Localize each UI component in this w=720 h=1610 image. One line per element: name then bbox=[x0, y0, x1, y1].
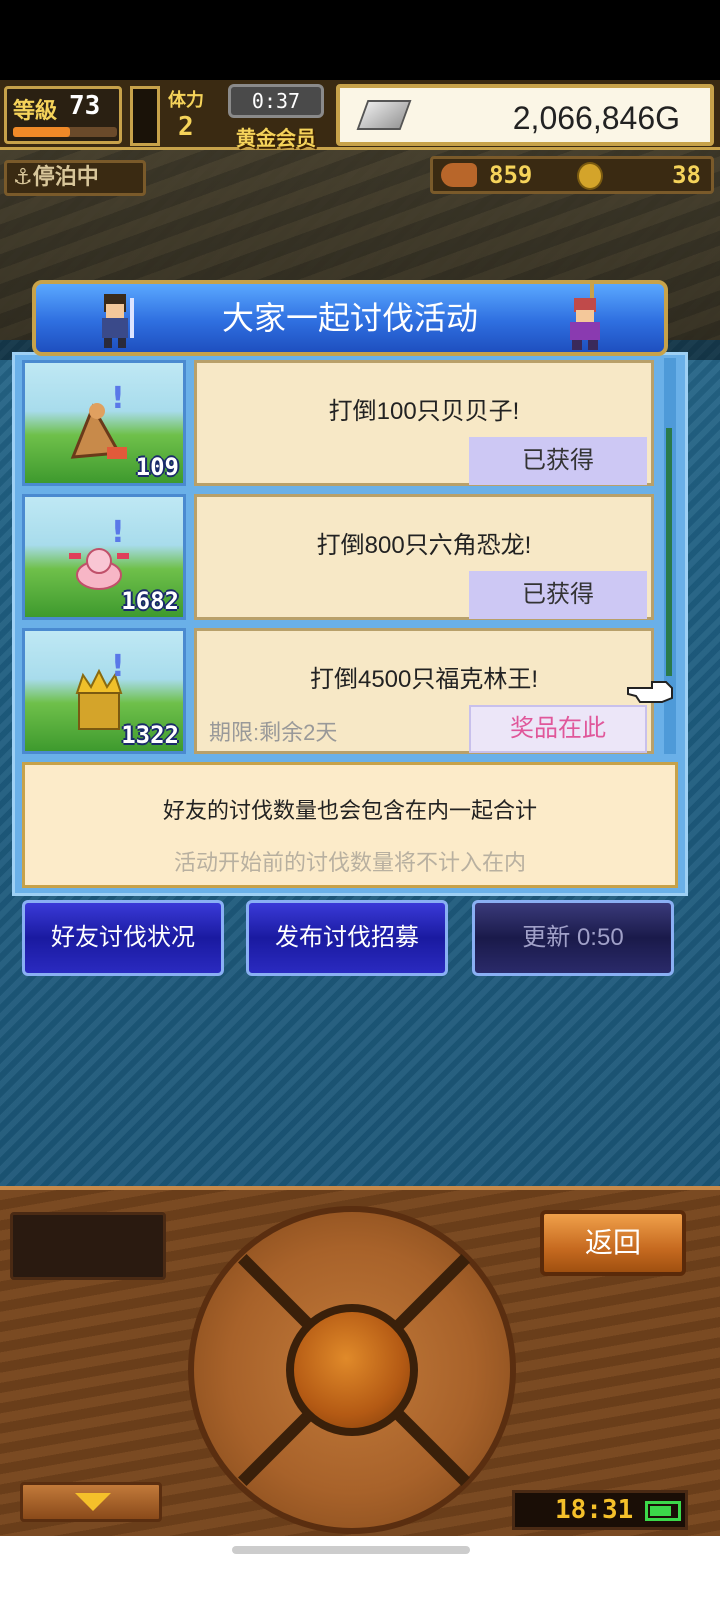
quest-card: 打倒100只贝贝子! 已获得 bbox=[194, 360, 654, 486]
anchor-icon: ⚓ bbox=[13, 165, 33, 190]
membership-badge[interactable]: 黄金会员 bbox=[236, 122, 316, 151]
medal-icon bbox=[577, 162, 603, 190]
level-box: 等級 73 bbox=[4, 86, 122, 144]
quest-title: 打倒4500只福克林王! bbox=[309, 666, 539, 693]
dpad-center-button[interactable] bbox=[286, 1304, 418, 1436]
quest-row[interactable]: ! 1322 打倒4500只福克林王! 期限:剩余2天 奖品在此 bbox=[22, 624, 654, 754]
back-button[interactable]: 返回 bbox=[540, 1210, 686, 1276]
post-recruit-button[interactable]: 发布讨伐招募 bbox=[246, 900, 448, 976]
clock-display: 18:31 bbox=[512, 1490, 688, 1530]
quest-card: 打倒800只六角恐龙! 已获得 bbox=[194, 494, 654, 620]
home-indicator[interactable] bbox=[232, 1546, 470, 1554]
quest-kill-count: 1682 bbox=[121, 587, 179, 615]
exclaim-icon: ! bbox=[111, 515, 125, 550]
meat-icon bbox=[441, 163, 477, 187]
level-value: 73 bbox=[69, 91, 101, 121]
stamina-label: 体力 bbox=[168, 90, 204, 111]
info-main-text: 好友的讨伐数量也会包含在内一起合计 bbox=[162, 798, 537, 823]
stamina-value: 2 bbox=[178, 112, 194, 142]
directional-pad[interactable] bbox=[188, 1206, 516, 1534]
quest-title: 打倒100只贝贝子! bbox=[328, 398, 520, 425]
quest-deadline: 期限:剩余2天 bbox=[209, 720, 338, 745]
moored-status: ⚓停泊中 bbox=[4, 160, 146, 196]
level-progress-fill bbox=[13, 127, 71, 137]
info-sub-text: 活动开始前的讨伐数量将不计入在内 bbox=[173, 850, 526, 875]
status-bar bbox=[0, 0, 720, 80]
claim-reward-button[interactable]: 奖品在此 bbox=[469, 705, 647, 753]
quest-scrollbar-thumb[interactable] bbox=[666, 428, 672, 676]
quest-title: 打倒800只六角恐龙! bbox=[316, 532, 532, 559]
clock-time: 18:31 bbox=[555, 1495, 634, 1525]
battery-level bbox=[650, 1506, 671, 1516]
quest-row[interactable]: ! 1682 打倒800只六角恐龙! 已获得 bbox=[22, 490, 654, 620]
moored-label: 停泊中 bbox=[32, 165, 99, 190]
quest-row[interactable]: ! 109 打倒100只贝贝子! 已获得 bbox=[22, 356, 654, 486]
stamina-gauge bbox=[130, 86, 160, 146]
quest-thumbnail: ! 1322 bbox=[22, 628, 186, 754]
arrow-down-icon bbox=[75, 1493, 111, 1511]
level-label: 等級 bbox=[13, 99, 58, 124]
quest-kill-count: 1322 bbox=[121, 721, 179, 749]
console-slot bbox=[10, 1212, 166, 1280]
event-info-box: 好友的讨伐数量也会包含在内一起合计 活动开始前的讨伐数量将不计入在内 bbox=[22, 762, 678, 888]
top-hud: 等級 73 体力 2 0:37 黄金会员 2,066,846G bbox=[0, 80, 720, 150]
hero-spearman-icon bbox=[570, 284, 600, 350]
resource-bar: 859 38 bbox=[430, 156, 714, 194]
control-console: 返回 18:31 bbox=[0, 1186, 720, 1536]
quest-card: 打倒4500只福克林王! 期限:剩余2天 奖品在此 bbox=[194, 628, 654, 754]
refresh-button[interactable]: 更新 0:50 bbox=[472, 900, 674, 976]
collapse-button[interactable] bbox=[20, 1482, 162, 1522]
friend-status-button[interactable]: 好友讨伐状况 bbox=[22, 900, 224, 976]
battery-icon bbox=[645, 1501, 681, 1521]
exclaim-icon: ! bbox=[111, 649, 125, 684]
timer-display: 0:37 bbox=[228, 84, 324, 118]
quest-thumbnail: ! 1682 bbox=[22, 494, 186, 620]
money-value: 2,066,846G bbox=[512, 100, 680, 136]
exclaim-icon: ! bbox=[111, 381, 125, 416]
event-title-banner: 大家一起讨伐活动 bbox=[32, 280, 668, 356]
money-display[interactable]: 2,066,846G bbox=[336, 84, 714, 146]
claimed-badge: 已获得 bbox=[469, 571, 647, 619]
stamina-box: 体力 2 bbox=[168, 86, 228, 142]
level-progress-bar bbox=[13, 127, 117, 137]
silver-bar-icon bbox=[356, 100, 412, 130]
hand-pointer-icon bbox=[627, 681, 673, 703]
claimed-badge: 已获得 bbox=[469, 437, 647, 485]
quest-kill-count: 109 bbox=[135, 453, 179, 481]
medal-count: 38 bbox=[672, 161, 701, 189]
quest-thumbnail: ! 109 bbox=[22, 360, 186, 486]
meat-count: 859 bbox=[489, 161, 533, 189]
